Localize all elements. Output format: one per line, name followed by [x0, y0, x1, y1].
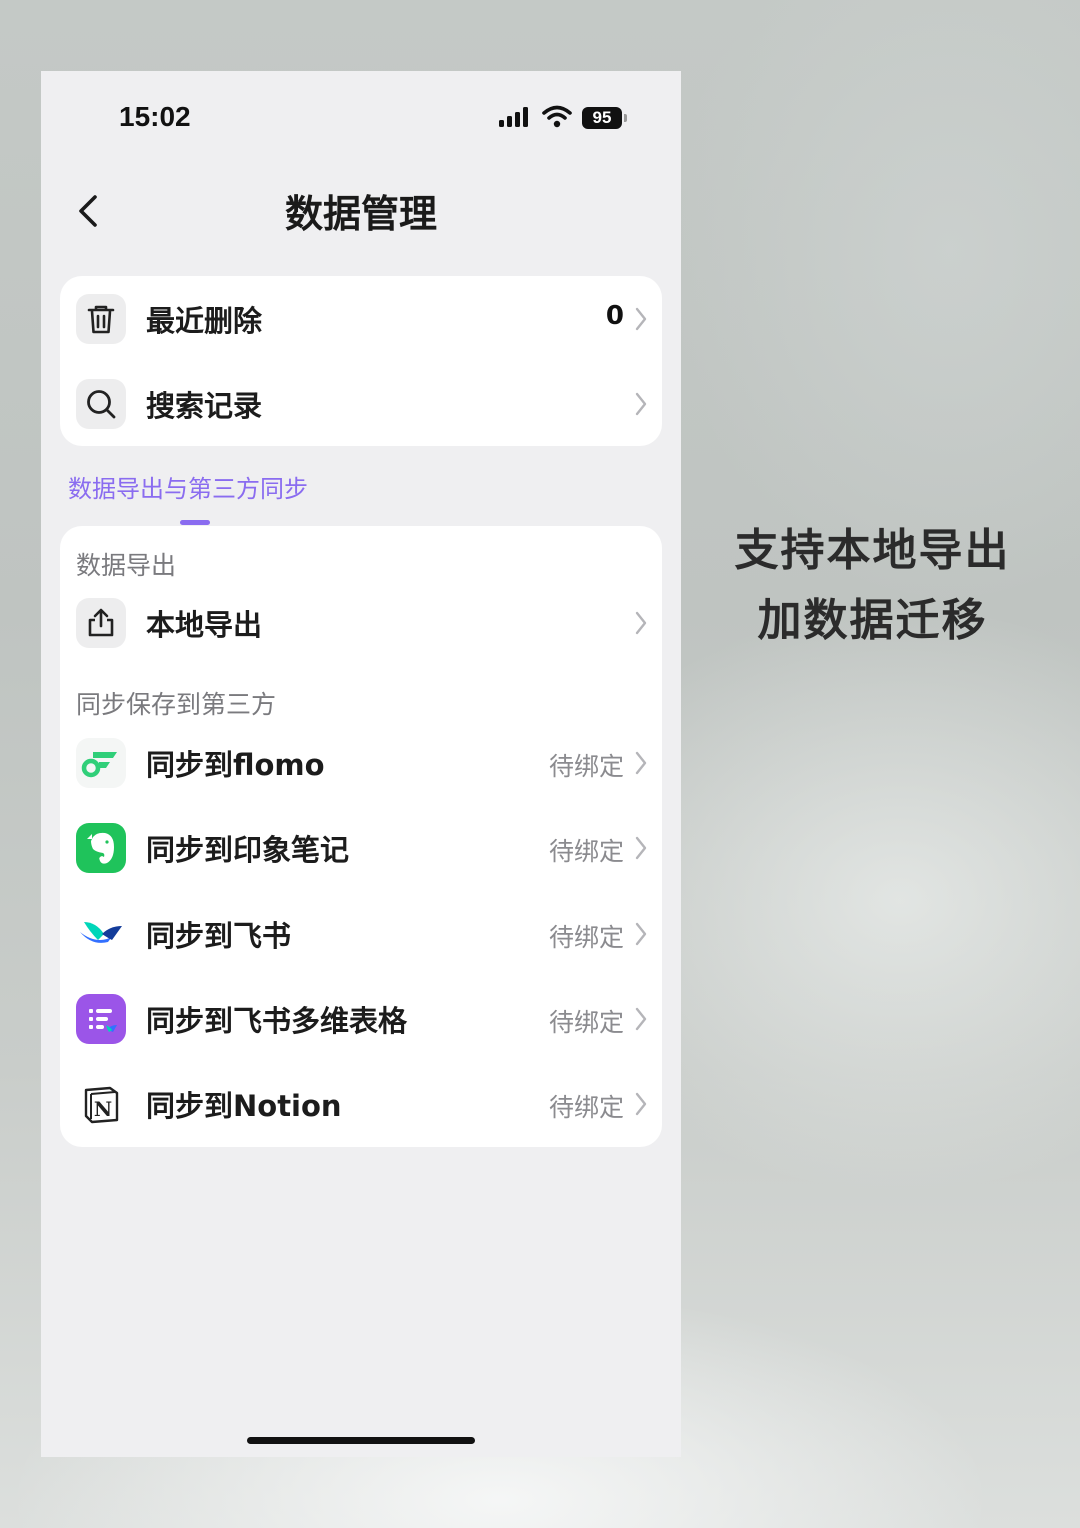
home-indicator	[247, 1437, 475, 1444]
sync-evernote-row[interactable]: 同步到印象笔记 待绑定	[60, 808, 662, 888]
chevron-right-icon	[635, 836, 647, 860]
wifi-icon	[542, 105, 572, 128]
notion-logo-icon: N	[76, 1079, 126, 1129]
sync-evernote-status: 待绑定	[548, 837, 624, 866]
chevron-right-icon	[635, 611, 647, 635]
chevron-right-icon	[635, 922, 647, 946]
sync-feishu-bitable-label: 同步到飞书多维表格	[146, 1004, 408, 1038]
caption-line-2: 加数据迁移	[757, 595, 988, 646]
sync-notion-row[interactable]: N 同步到Notion 待绑定	[60, 1064, 662, 1144]
export-group-header: 数据导出	[76, 551, 177, 580]
sync-feishu-label: 同步到飞书	[146, 919, 292, 953]
search-history-label: 搜索记录	[146, 389, 263, 423]
battery-tip	[624, 114, 627, 122]
sync-notion-label: 同步到Notion	[146, 1089, 342, 1123]
chevron-right-icon	[635, 1092, 647, 1116]
sync-feishu-row[interactable]: 同步到飞书 待绑定	[60, 894, 662, 974]
signal-icon	[499, 107, 528, 127]
local-export-label: 本地导出	[146, 608, 263, 642]
battery-indicator: 95	[582, 107, 622, 129]
tab-export-and-sync[interactable]: 数据导出与第三方同步	[68, 469, 308, 504]
caption-line-1: 支持本地导出	[734, 525, 1011, 576]
top-card: 最近删除 0 搜索记录	[60, 276, 662, 446]
feishu-logo-icon	[76, 909, 126, 959]
chevron-right-icon	[635, 392, 647, 416]
evernote-logo-icon	[76, 823, 126, 873]
search-history-row[interactable]: 搜索记录	[60, 364, 662, 444]
export-sync-card: 数据导出 本地导出 同步保存到第三方 同步到flomo 待绑定 同步到印象笔记 …	[60, 526, 662, 1147]
sync-feishu-bitable-row[interactable]: 同步到飞书多维表格 待绑定	[60, 979, 662, 1059]
search-icon	[76, 379, 126, 429]
sync-evernote-label: 同步到印象笔记	[146, 833, 350, 867]
sync-feishu-bitable-status: 待绑定	[548, 1008, 624, 1037]
share-export-icon	[76, 598, 126, 648]
sync-flomo-row[interactable]: 同步到flomo 待绑定	[60, 723, 662, 803]
recently-deleted-label: 最近删除	[146, 304, 263, 338]
sync-notion-status: 待绑定	[548, 1093, 624, 1122]
sync-flomo-label: 同步到flomo	[146, 748, 325, 782]
tab-indicator	[180, 520, 210, 525]
page-title: 数据管理	[284, 192, 437, 236]
recently-deleted-count: 0	[605, 301, 624, 331]
status-bar: 15:02 95	[41, 71, 681, 167]
sync-flomo-status: 待绑定	[548, 752, 624, 781]
sync-feishu-status: 待绑定	[548, 923, 624, 952]
phone-screen: 15:02 95 数据管理 最近删除 0 搜索记录 数据导出与第三方同步 数据导…	[41, 71, 681, 1457]
recently-deleted-row[interactable]: 最近删除 0	[60, 279, 662, 359]
flomo-logo-icon	[76, 738, 126, 788]
sync-group-header: 同步保存到第三方	[76, 690, 277, 719]
feishu-bitable-logo-icon	[76, 994, 126, 1044]
chevron-right-icon	[635, 1007, 647, 1031]
svg-text:N: N	[94, 1097, 112, 1121]
trash-icon	[76, 294, 126, 344]
chevron-right-icon	[635, 307, 647, 331]
chevron-right-icon	[635, 751, 647, 775]
local-export-row[interactable]: 本地导出	[60, 583, 662, 663]
status-time: 15:02	[119, 101, 191, 132]
